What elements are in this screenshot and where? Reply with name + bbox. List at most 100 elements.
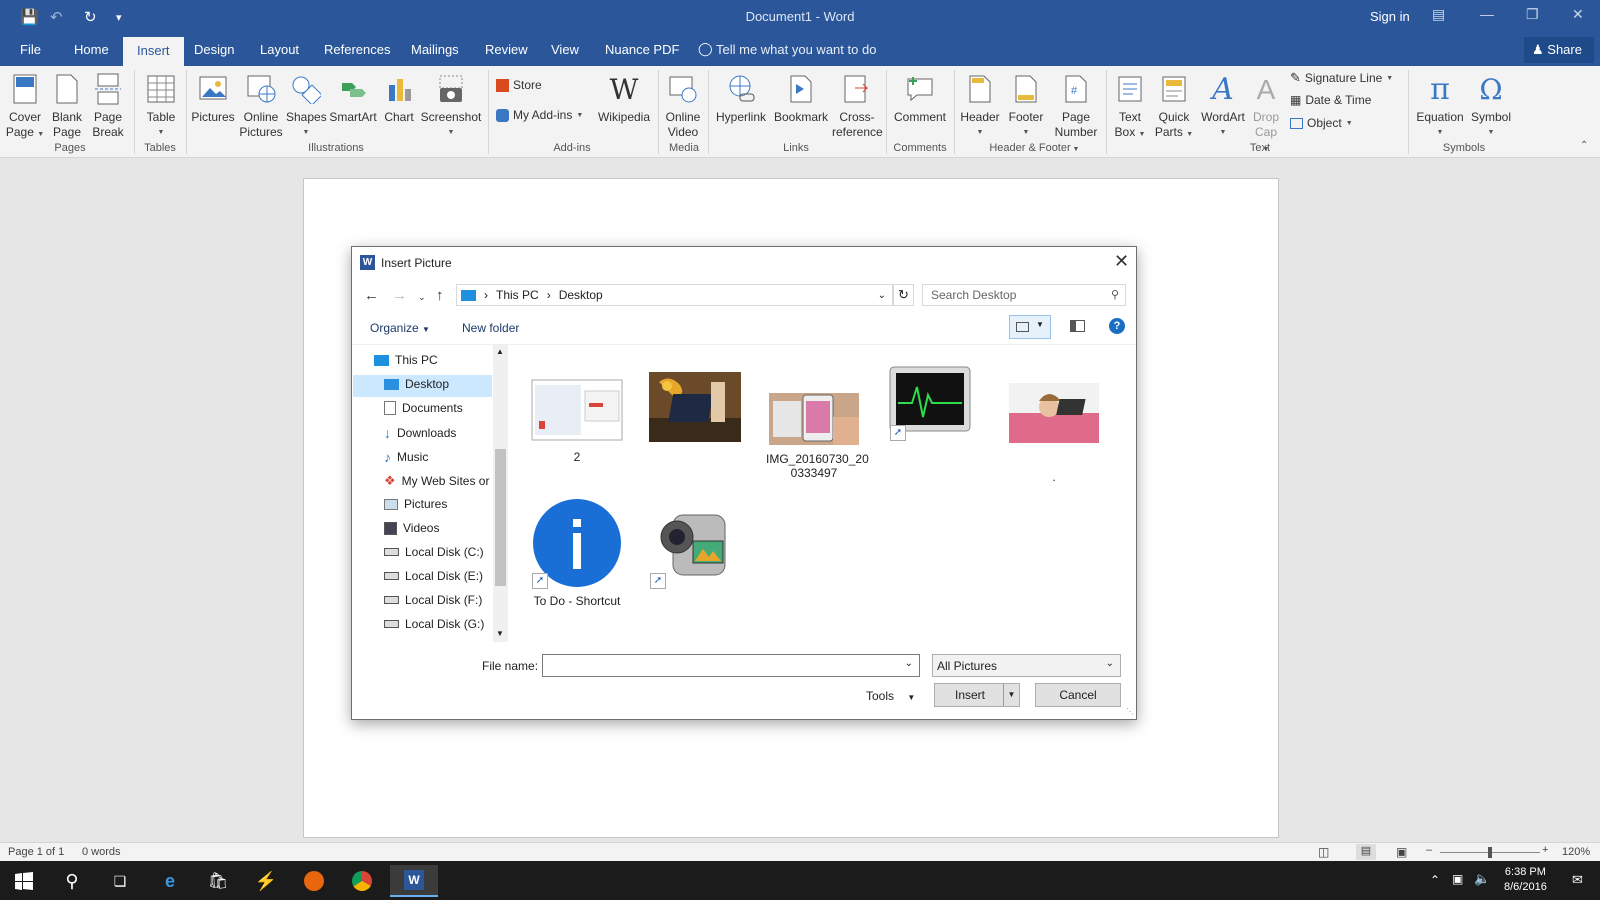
address-dropdown-icon[interactable]: ⌄ xyxy=(878,290,886,301)
refresh-button[interactable]: ↻ xyxy=(893,284,914,306)
chrome-icon[interactable] xyxy=(342,865,382,897)
clock[interactable]: 6:38 PM 8/6/2016 xyxy=(1504,865,1547,895)
nav-item-videos[interactable]: Videos xyxy=(384,521,439,535)
quick-parts-button[interactable]: Quick Parts ▼ xyxy=(1152,70,1196,142)
insert-button[interactable]: Insert ▼ xyxy=(934,683,1020,707)
tab-mailings[interactable]: Mailings xyxy=(411,42,459,57)
scroll-up-icon[interactable]: ▲ xyxy=(496,347,504,356)
insert-dropdown-icon[interactable]: ▼ xyxy=(1003,684,1019,706)
file-item[interactable]: ➚ To Do - Shortcut xyxy=(528,497,626,608)
help-icon[interactable]: ? xyxy=(1109,318,1125,334)
print-layout-icon[interactable]: ▤ xyxy=(1356,844,1376,860)
sign-in-link[interactable]: Sign in xyxy=(1370,9,1410,24)
back-arrow-icon[interactable]: ← xyxy=(364,287,379,304)
breadcrumb-desktop[interactable]: Desktop xyxy=(559,288,603,302)
winrar-icon[interactable]: ⚡ xyxy=(246,865,286,897)
file-type-select[interactable]: All Pictures ⌄ xyxy=(932,654,1121,677)
tell-me-input[interactable]: Tell me what you want to do xyxy=(716,42,876,57)
tab-file[interactable]: File xyxy=(20,42,41,57)
page-break-button[interactable]: Page Break xyxy=(88,70,128,140)
collapse-ribbon-icon[interactable]: ⌃ xyxy=(1580,140,1588,151)
nav-item-this-pc[interactable]: This PC xyxy=(374,353,438,367)
tab-nuance-pdf[interactable]: Nuance PDF xyxy=(605,42,679,57)
tab-view[interactable]: View xyxy=(551,42,579,57)
up-arrow-icon[interactable]: ↑ xyxy=(436,287,444,304)
change-view-button[interactable]: ▼ xyxy=(1009,315,1051,339)
file-item[interactable]: IMG_20160730_20 0333497 xyxy=(766,393,869,480)
show-hidden-icons-icon[interactable]: ⌃ xyxy=(1430,873,1440,887)
page-count[interactable]: Page 1 of 1 xyxy=(8,846,64,858)
tab-review[interactable]: Review xyxy=(485,42,528,57)
ribbon-display-options-icon[interactable]: ▤ xyxy=(1432,6,1445,23)
nav-item-local-disk-e[interactable]: Local Disk (E:) xyxy=(384,569,483,583)
shapes-button[interactable]: Shapes ▼ xyxy=(286,70,327,140)
blank-page-button[interactable]: Blank Page xyxy=(48,70,86,140)
nav-item-documents[interactable]: Documents xyxy=(384,401,463,415)
recent-locations-chevron-icon[interactable]: ⌄ xyxy=(418,292,426,303)
chart-button[interactable]: Chart xyxy=(380,70,418,125)
nav-item-my-web-sites[interactable]: ❖ My Web Sites or xyxy=(384,473,489,489)
scroll-down-icon[interactable]: ▼ xyxy=(496,629,504,638)
restore-icon[interactable]: ❐ xyxy=(1526,6,1539,23)
nav-item-local-disk-c[interactable]: Local Disk (C:) xyxy=(384,545,484,559)
network-icon[interactable]: ▣ xyxy=(1452,872,1463,886)
wordart-button[interactable]: A WordArt ▼ xyxy=(1198,70,1248,140)
address-bar[interactable]: › This PC › Desktop ⌄ xyxy=(456,284,893,306)
forward-arrow-icon[interactable]: → xyxy=(392,287,407,304)
nav-item-music[interactable]: ♪ Music xyxy=(384,449,428,465)
symbol-button[interactable]: Ω Symbol ▼ xyxy=(1468,70,1514,140)
zoom-out-icon[interactable]: – xyxy=(1426,844,1432,856)
header-button[interactable]: Header ▼ xyxy=(958,70,1002,140)
file-item[interactable] xyxy=(646,372,744,445)
screenshot-button[interactable]: Screenshot ▼ xyxy=(420,70,482,140)
scrollbar-thumb[interactable] xyxy=(495,449,506,586)
hyperlink-button[interactable]: Hyperlink xyxy=(712,70,770,125)
new-folder-button[interactable]: New folder xyxy=(462,321,519,335)
smartart-button[interactable]: SmartArt xyxy=(328,70,378,125)
volume-icon[interactable]: 🔈 xyxy=(1474,871,1490,887)
my-addins-button[interactable]: My Add-ins ▼ xyxy=(496,108,583,122)
read-mode-icon[interactable]: ◫ xyxy=(1318,845,1329,859)
task-view-icon[interactable]: ❏ xyxy=(100,865,140,897)
tab-home[interactable]: Home xyxy=(74,42,109,57)
store-button[interactable]: Store xyxy=(496,78,542,92)
firefox-icon[interactable] xyxy=(294,865,334,897)
nav-item-pictures[interactable]: Pictures xyxy=(384,497,447,511)
file-name-input[interactable]: ⌄ xyxy=(542,654,920,677)
equation-button[interactable]: π Equation ▼ xyxy=(1412,70,1468,140)
file-item[interactable]: . xyxy=(1006,383,1102,484)
tools-button[interactable]: Tools ▼ xyxy=(866,683,915,703)
comment-button[interactable]: Comment xyxy=(890,70,950,125)
share-button[interactable]: ♟ Share xyxy=(1524,37,1594,63)
online-pictures-button[interactable]: Online Pictures xyxy=(238,70,284,140)
file-item[interactable]: 2 xyxy=(528,379,626,464)
date-time-button[interactable]: ▦ Date & Time xyxy=(1290,93,1371,107)
cover-page-button[interactable]: Cover Page ▼ xyxy=(4,70,46,142)
bookmark-button[interactable]: Bookmark xyxy=(772,70,830,125)
edge-icon[interactable]: e xyxy=(150,865,190,897)
tab-references[interactable]: References xyxy=(324,42,390,57)
online-video-button[interactable]: Online Video xyxy=(662,70,704,140)
nav-scrollbar[interactable]: ▲ ▼ xyxy=(493,345,508,642)
web-layout-icon[interactable]: ▣ xyxy=(1396,845,1407,859)
tab-insert[interactable]: Insert xyxy=(123,37,184,66)
footer-button[interactable]: Footer ▼ xyxy=(1004,70,1048,140)
nav-item-desktop[interactable]: Desktop xyxy=(384,377,449,391)
search-icon[interactable]: ⚲ xyxy=(52,865,92,897)
minimize-icon[interactable]: — xyxy=(1480,6,1494,22)
file-item[interactable]: ➚ xyxy=(884,363,976,441)
cross-reference-button[interactable]: Cross-reference xyxy=(832,70,883,140)
organize-button[interactable]: Organize ▼ xyxy=(370,321,430,335)
dialog-close-icon[interactable]: ✕ xyxy=(1114,251,1129,272)
breadcrumb-this-pc[interactable]: This PC xyxy=(496,288,539,302)
text-box-button[interactable]: Text Box ▼ xyxy=(1110,70,1150,142)
file-name-dropdown-icon[interactable]: ⌄ xyxy=(905,658,913,669)
zoom-in-icon[interactable]: + xyxy=(1542,844,1548,856)
start-icon[interactable] xyxy=(4,865,44,897)
store-icon[interactable]: 🛍 xyxy=(198,865,238,897)
cancel-button[interactable]: Cancel xyxy=(1035,683,1121,707)
file-item[interactable]: ➚ xyxy=(646,501,744,590)
resize-grip-icon[interactable]: ⋱ xyxy=(1126,707,1134,716)
wikipedia-button[interactable]: W Wikipedia xyxy=(596,70,652,125)
nav-item-downloads[interactable]: ↓ Downloads xyxy=(384,425,456,441)
